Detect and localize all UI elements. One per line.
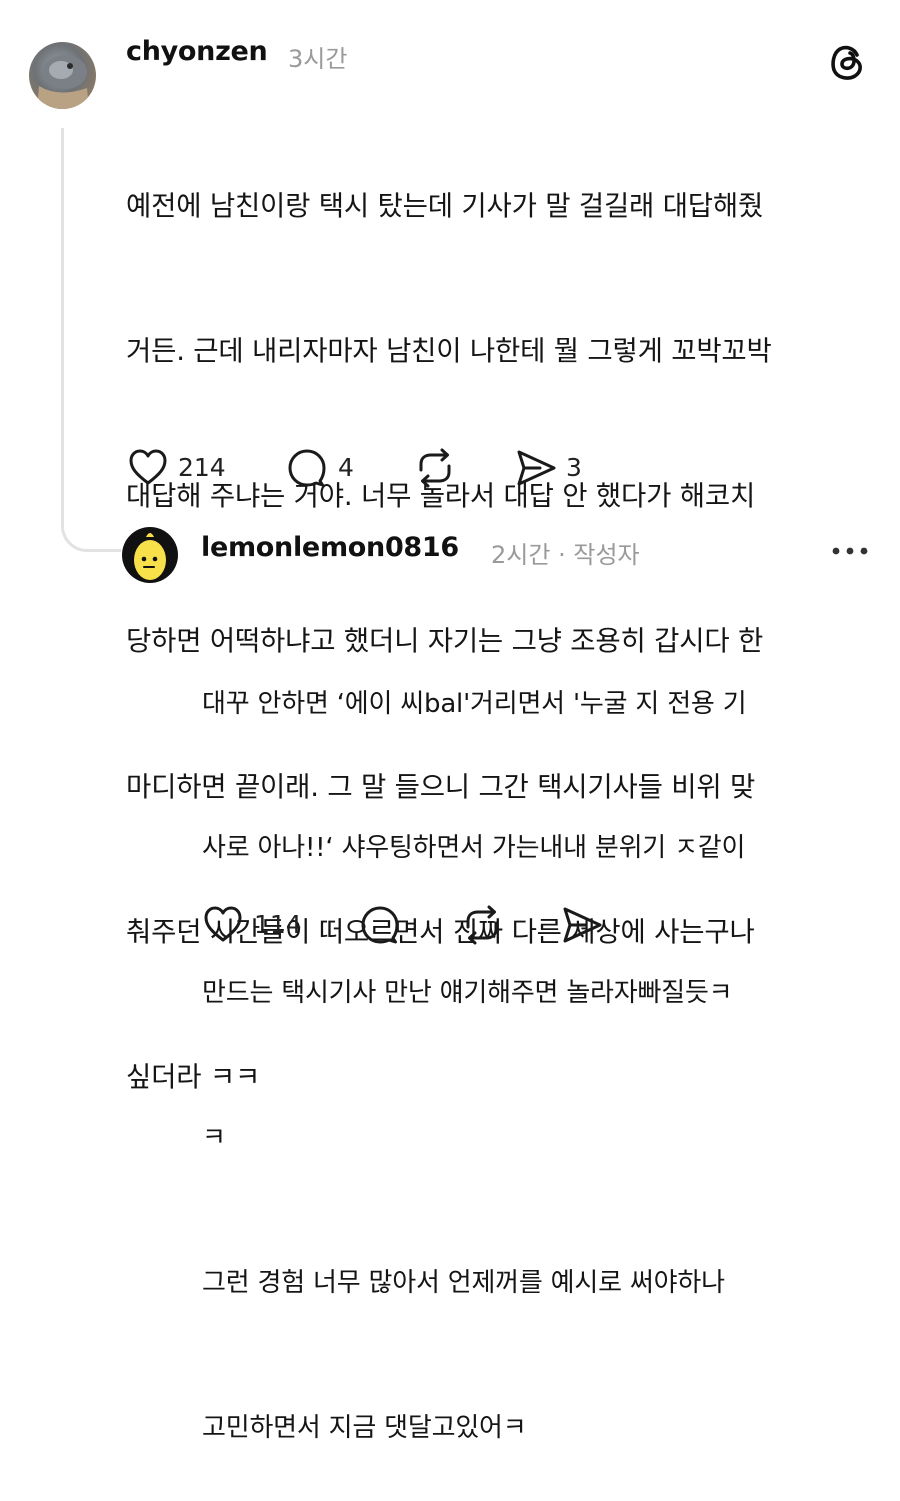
author-badge: 작성자: [573, 541, 640, 569]
reply-line: 대꾸 안하면 ‘에이 씨bal'거리면서 '누굴 지 전용 기: [202, 688, 747, 719]
heart-icon: [204, 906, 242, 942]
reply-like-count: 114: [254, 910, 302, 939]
share-count: 3: [566, 453, 582, 482]
reply-line: ㅋ: [202, 1123, 226, 1154]
more-options-button[interactable]: [831, 544, 869, 558]
reply-line: 그런 경험 너무 많아서 언제꺼를 예시로 써야하나: [202, 1268, 725, 1299]
share-button[interactable]: [515, 449, 557, 487]
fish-avatar-image: [37, 55, 89, 109]
share-icon: [563, 907, 602, 943]
reply-count: 4: [338, 453, 354, 482]
more-dots-icon: [832, 547, 868, 555]
meta-separator: ·: [558, 541, 566, 569]
reply-username[interactable]: lemonlemon0816: [201, 532, 459, 563]
thread-connector-line: [61, 128, 121, 552]
heart-icon: [129, 449, 167, 485]
reply-like-button[interactable]: [203, 905, 243, 943]
lemon-avatar-image: [134, 533, 166, 580]
reply-repost-button[interactable]: [461, 905, 503, 945]
reply-body: 대꾸 안하면 ‘에이 씨bal'거리면서 '누굴 지 전용 기 사로 아나!!‘…: [202, 583, 747, 1501]
reply-meta: 2시간 · 작성자: [491, 535, 640, 570]
post-timestamp: 3시간: [288, 45, 348, 73]
repost-button[interactable]: [414, 448, 456, 488]
post-line: 거든. 근데 내리자마자 남친이 나한테 뭘 그렇게 꼬박꼬박: [126, 335, 772, 368]
repost-icon: [466, 905, 498, 945]
reply-line: 사로 아나!!‘ 샤우팅하면서 가는내내 분위기 ㅈ같이: [202, 833, 746, 864]
post-username[interactable]: chyonzen: [126, 36, 268, 67]
reply-line: 고민하면서 지금 댓달고있어ㅋ: [202, 1413, 527, 1444]
threads-logo-icon[interactable]: [828, 42, 868, 82]
reply-line: 만드는 택시기사 만난 얘기해주면 놀라자빠질듯ㅋ: [202, 978, 733, 1009]
post-line: 예전에 남친이랑 택시 탔는데 기사가 말 걸길래 대답해줬: [126, 189, 764, 222]
like-button[interactable]: [128, 448, 168, 486]
comment-icon: [361, 906, 399, 944]
comment-icon: [288, 449, 326, 487]
reply-button[interactable]: [287, 448, 327, 488]
share-icon: [517, 450, 556, 486]
avatar-chyonzen[interactable]: [29, 42, 96, 109]
avatar-lemonlemon0816[interactable]: [122, 527, 178, 583]
reply-timestamp: 2시간: [491, 541, 551, 569]
like-count: 214: [178, 453, 226, 482]
reply-share-button[interactable]: [561, 906, 603, 944]
reply-reply-button[interactable]: [360, 905, 400, 945]
repost-icon: [419, 448, 451, 488]
